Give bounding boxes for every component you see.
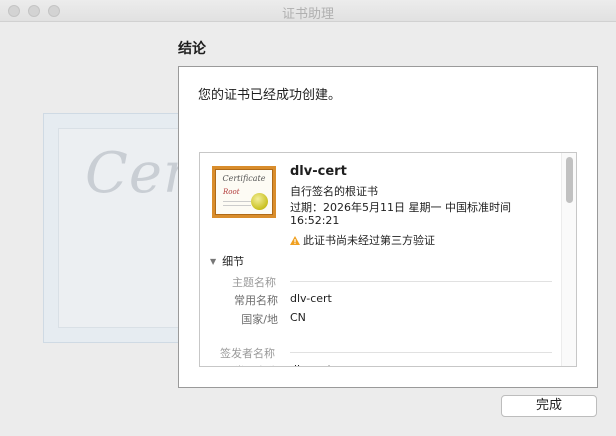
- subject-country-key: 国家/地: [241, 313, 278, 326]
- details-scrollbar[interactable]: [561, 153, 576, 366]
- subject-name-label: 主题名称: [232, 276, 276, 289]
- certificate-expiry: 过期：2026年5月11日 星期一 中国标准时间: [290, 201, 511, 214]
- subject-common-name-key: 常用名称: [234, 294, 278, 307]
- conclusion-panel: 您的证书已经成功创建。 Certificate Root dlv-cert 自行…: [178, 66, 598, 388]
- certificate-details-view[interactable]: Certificate Root dlv-cert 自行签名的根证书 过期：20…: [199, 152, 577, 367]
- issuer-common-name-key: 常用名称: [200, 363, 278, 366]
- details-disclosure[interactable]: ▼ 细节: [210, 253, 244, 269]
- window-title: 证书助理: [281, 7, 334, 22]
- success-message: 您的证书已经成功创建。: [198, 88, 342, 103]
- issuer-name-label: 签发者名称: [220, 347, 275, 360]
- window-titlebar: 证书助理: [0, 0, 616, 22]
- assistant-content: Certif 结论 您的证书已经成功创建。 Certificate Root d…: [0, 23, 616, 436]
- certificate-name: dlv-cert: [290, 164, 347, 179]
- disclosure-triangle-icon: ▼: [210, 256, 217, 266]
- warning-icon: [290, 235, 300, 245]
- scrollbar-thumb[interactable]: [566, 157, 573, 203]
- issuer-common-name-value: dlv-cert: [290, 363, 332, 366]
- subject-country-value: CN: [290, 311, 306, 324]
- certificate-expiry-time: 16:52:21: [290, 214, 340, 227]
- subject-common-name-value: dlv-cert: [290, 292, 332, 305]
- seal-icon: [251, 193, 268, 210]
- verification-warning: 此证书尚未经过第三方验证: [290, 232, 435, 248]
- done-button[interactable]: 完成: [501, 395, 597, 417]
- certificate-type: 自行签名的根证书: [290, 185, 378, 198]
- section-title: 结论: [178, 41, 206, 57]
- certificate-icon: Certificate Root: [212, 166, 276, 218]
